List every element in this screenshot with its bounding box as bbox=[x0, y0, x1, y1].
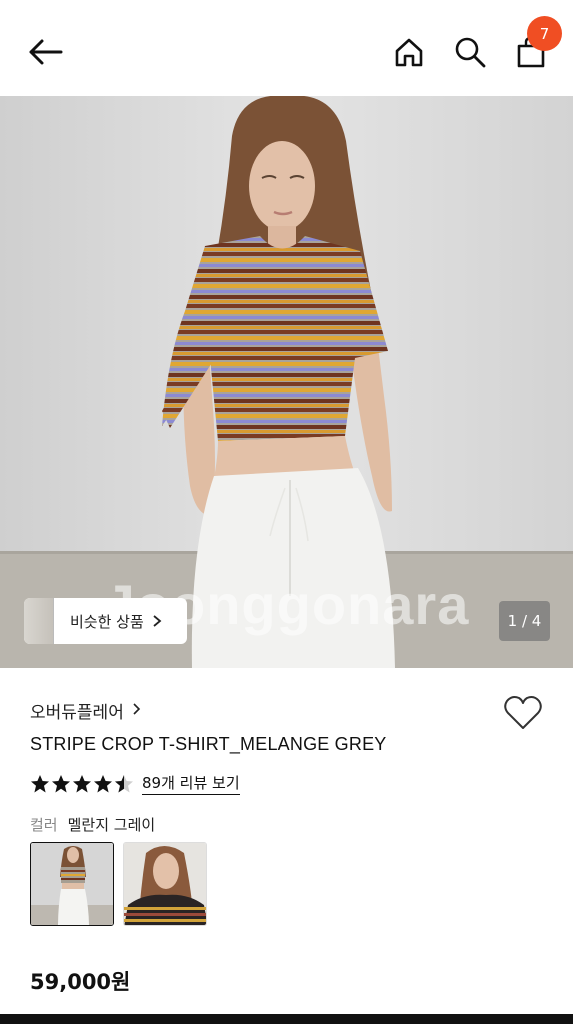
cart-count-badge: 7 bbox=[527, 16, 562, 51]
star-full-icon bbox=[73, 774, 91, 792]
review-link[interactable]: 89개 리뷰 보기 bbox=[142, 772, 240, 795]
page-indicator: 1 / 4 bbox=[499, 601, 550, 641]
bottom-bar bbox=[0, 1014, 573, 1024]
heart-icon[interactable] bbox=[503, 695, 543, 733]
rating-row: 89개 리뷰 보기 bbox=[30, 772, 240, 795]
star-half-icon bbox=[115, 774, 133, 792]
brand-name: 오버듀플레어 bbox=[30, 703, 124, 723]
search-icon[interactable] bbox=[449, 30, 491, 74]
star-rating bbox=[30, 774, 134, 794]
color-label: 컬러 bbox=[30, 816, 58, 834]
similar-products-label: 비슷한 상품 bbox=[70, 612, 144, 631]
product-title: STRIPE CROP T-SHIRT_MELANGE GREY bbox=[30, 734, 387, 754]
product-price: 59,000원 bbox=[30, 970, 131, 994]
brand-link[interactable]: 오버듀플레어 bbox=[30, 698, 141, 723]
color-value: 멜란지 그레이 bbox=[67, 816, 156, 834]
chevron-right-icon bbox=[132, 701, 141, 720]
color-swatches bbox=[30, 842, 207, 926]
color-swatch-melange-grey[interactable] bbox=[30, 842, 114, 926]
product-image-gallery[interactable]: Joonggonara bbox=[0, 96, 573, 668]
color-row: 컬러 멜란지 그레이 bbox=[30, 814, 155, 835]
similar-product-thumbnail bbox=[24, 598, 54, 644]
star-full-icon bbox=[94, 774, 112, 792]
top-bar: 7 bbox=[0, 0, 573, 96]
color-swatch-black-stripe[interactable] bbox=[123, 842, 207, 926]
star-full-icon bbox=[52, 774, 70, 792]
arrow-left-icon[interactable] bbox=[22, 30, 68, 74]
star-full-icon bbox=[31, 774, 49, 792]
similar-products-button[interactable]: 비슷한 상품 bbox=[24, 598, 187, 644]
home-icon[interactable] bbox=[388, 30, 430, 74]
chevron-right-icon bbox=[152, 614, 162, 628]
